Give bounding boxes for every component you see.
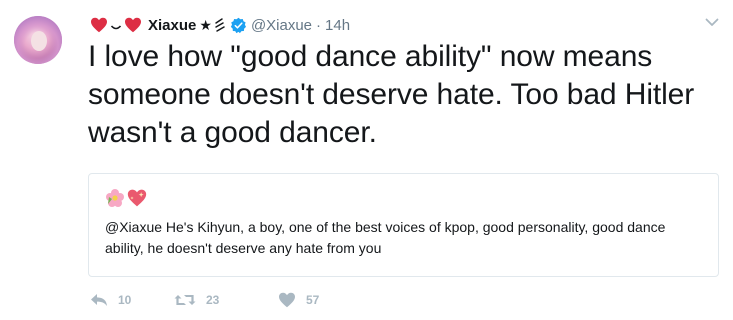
- hibiscus-icon: [105, 188, 125, 208]
- quoted-tweet[interactable]: @Xiaxue He's Kihyun, a boy, one of the b…: [88, 173, 719, 277]
- header-separator: ·: [316, 16, 322, 34]
- quoted-tweet-text: @Xiaxue He's Kihyun, a boy, one of the b…: [105, 219, 666, 256]
- avatar-face: [31, 31, 47, 51]
- reply-button[interactable]: 10: [90, 293, 174, 307]
- retweet-button[interactable]: 23: [174, 293, 278, 307]
- verified-icon: [230, 17, 251, 34]
- display-name[interactable]: Xiaxue: [148, 17, 196, 34]
- reply-count: 10: [118, 293, 132, 307]
- red-heart-icon: [124, 17, 142, 33]
- like-button[interactable]: 57: [278, 292, 319, 308]
- star-icon: ★: [199, 16, 212, 33]
- red-heart-icon: [90, 17, 108, 33]
- name-emoji-group: [90, 17, 142, 33]
- quoted-tweet-emojis: [105, 188, 147, 208]
- avatar[interactable]: [14, 16, 62, 64]
- heart-icon: [278, 292, 296, 308]
- tweet-actions: 10 23 57: [90, 292, 319, 308]
- sparkling-heart-icon: [127, 188, 147, 208]
- retweet-icon: [174, 293, 196, 307]
- reply-icon: [90, 293, 108, 307]
- smile-icon: [110, 17, 122, 33]
- tweet-header: Xiaxue ★ @Xiaxue · 14h: [90, 14, 350, 36]
- retweet-count: 23: [206, 293, 220, 307]
- tweet-text: I love how "good dance ability" now mean…: [88, 40, 695, 149]
- tweet[interactable]: Xiaxue ★ @Xiaxue · 14h I love how "good …: [0, 0, 733, 320]
- tweet-timestamp[interactable]: 14h: [325, 17, 350, 34]
- user-handle[interactable]: @Xiaxue: [251, 17, 312, 34]
- squiggle-icon: [213, 17, 230, 33]
- chevron-down-icon[interactable]: [705, 18, 719, 27]
- like-count: 57: [306, 293, 320, 307]
